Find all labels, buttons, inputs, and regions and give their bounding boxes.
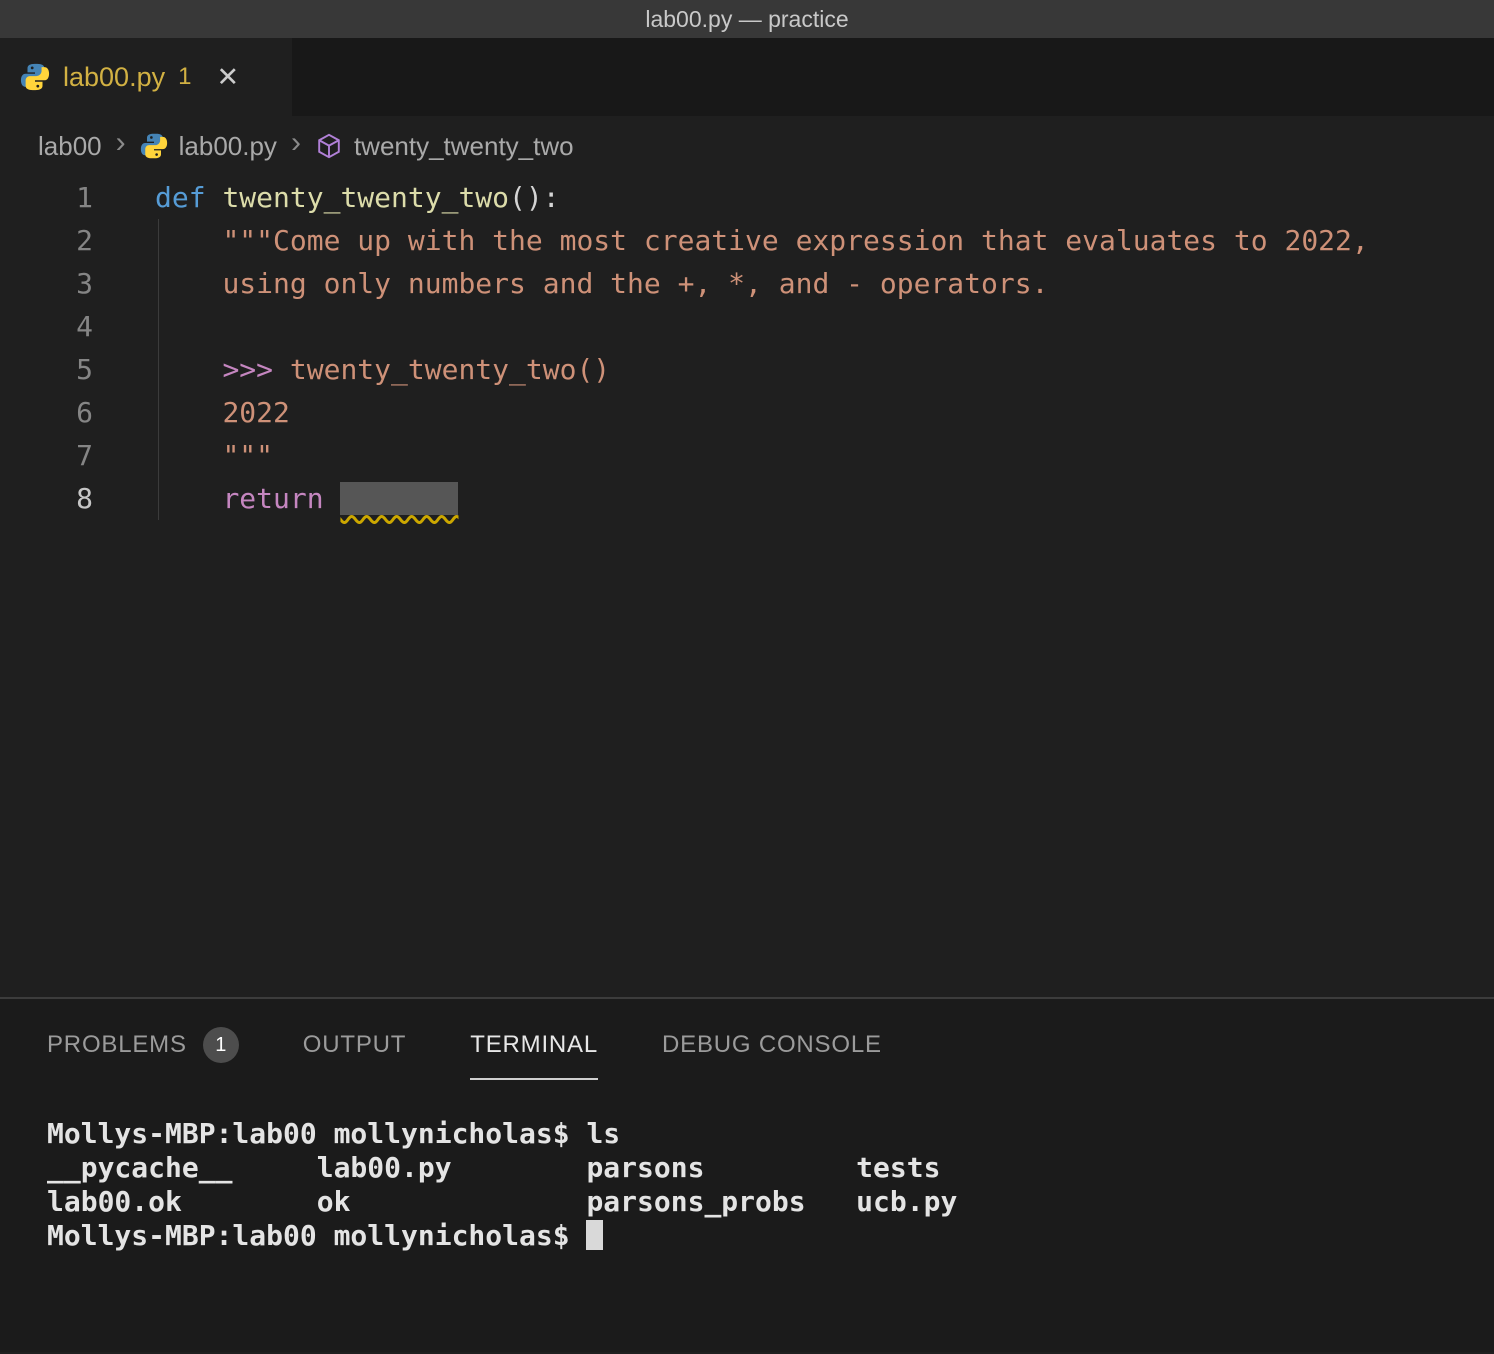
tab-bar: lab00.py 1 ✕ xyxy=(0,38,1494,116)
editor-lines: 1def twenty_twenty_two():2 """Come up wi… xyxy=(0,176,1494,520)
indent-guide xyxy=(158,219,159,520)
panel-tab-debug-console[interactable]: DEBUG CONSOLE xyxy=(662,999,882,1091)
code-line[interactable]: 1def twenty_twenty_two(): xyxy=(0,176,1494,219)
code-token: twenty_twenty_two xyxy=(222,181,509,214)
window-title: lab00.py — practice xyxy=(645,6,848,33)
code-content: def twenty_twenty_two(): xyxy=(93,176,560,219)
symbol-method-icon xyxy=(315,132,343,160)
code-content: using only numbers and the +, *, and - o… xyxy=(93,262,1048,305)
code-token xyxy=(155,482,222,515)
code-token: def xyxy=(155,181,206,214)
code-token: """ xyxy=(222,439,273,472)
code-token xyxy=(155,267,222,300)
window-titlebar: lab00.py — practice xyxy=(0,0,1494,38)
editor-tab-lab00[interactable]: lab00.py 1 ✕ xyxy=(0,38,292,116)
panel-tab-label: PROBLEMS xyxy=(47,1031,187,1059)
tab-filename: lab00.py xyxy=(63,62,165,93)
panel-tab-output[interactable]: OUTPUT xyxy=(303,999,406,1091)
bottom-panel: PROBLEMS 1 OUTPUT TERMINAL DEBUG CONSOLE Mol… xyxy=(0,999,1494,1352)
code-token: return xyxy=(222,482,323,515)
code-token xyxy=(206,181,223,214)
code-token: twenty_twenty_two() xyxy=(273,353,610,386)
terminal-output[interactable]: Mollys-MBP:lab00 mollynicholas$ ls__pyca… xyxy=(0,1091,1494,1253)
line-number: 6 xyxy=(0,391,93,434)
code-content xyxy=(93,305,155,348)
code-editor[interactable]: 1def twenty_twenty_two():2 """Come up wi… xyxy=(0,176,1494,997)
code-line[interactable]: 2 """Come up with the most creative expr… xyxy=(0,219,1494,262)
code-token xyxy=(155,224,222,257)
chevron-right-icon: › xyxy=(113,128,129,164)
code-token xyxy=(155,396,222,429)
code-token: """Come up with the most creative expres… xyxy=(222,224,1368,257)
panel-tab-problems[interactable]: PROBLEMS 1 xyxy=(47,999,239,1091)
chevron-right-icon: › xyxy=(288,128,304,164)
panel-tab-label: OUTPUT xyxy=(303,1031,406,1059)
line-number: 2 xyxy=(0,219,93,262)
code-token: using only numbers and the +, *, and - o… xyxy=(222,267,1048,300)
code-content: """ xyxy=(93,434,273,477)
code-token: (): xyxy=(509,181,560,214)
problems-count-badge: 1 xyxy=(203,1027,239,1063)
code-content: return xyxy=(93,477,458,520)
code-line[interactable]: 6 2022 xyxy=(0,391,1494,434)
code-line[interactable]: 7 """ xyxy=(0,434,1494,477)
python-file-icon xyxy=(20,62,50,92)
breadcrumb: lab00 › lab00.py › twenty_twenty_two xyxy=(0,116,1494,176)
line-number: 1 xyxy=(0,176,93,219)
python-file-icon xyxy=(140,132,168,160)
line-number: 5 xyxy=(0,348,93,391)
code-content: 2022 xyxy=(93,391,290,434)
panel-tab-terminal[interactable]: TERMINAL xyxy=(470,999,598,1091)
panel-tabs: PROBLEMS 1 OUTPUT TERMINAL DEBUG CONSOLE xyxy=(0,999,1494,1091)
terminal-cursor xyxy=(586,1220,603,1250)
code-line[interactable]: 4 xyxy=(0,305,1494,348)
line-number: 7 xyxy=(0,434,93,477)
breadcrumb-folder[interactable]: lab00 xyxy=(38,131,102,162)
code-line[interactable]: 3 using only numbers and the +, *, and -… xyxy=(0,262,1494,305)
line-number: 4 xyxy=(0,305,93,348)
close-tab-icon[interactable]: ✕ xyxy=(216,62,239,93)
panel-tab-label: TERMINAL xyxy=(470,1031,598,1059)
code-line[interactable]: 5 >>> twenty_twenty_two() xyxy=(0,348,1494,391)
selection-with-warning-squiggle xyxy=(340,482,458,515)
code-token xyxy=(324,482,341,515)
terminal-line: __pycache__ lab00.py parsons tests xyxy=(47,1151,1494,1185)
code-content: """Come up with the most creative expres… xyxy=(93,219,1369,262)
line-number: 3 xyxy=(0,262,93,305)
code-token xyxy=(155,353,222,386)
terminal-line: Mollys-MBP:lab00 mollynicholas$ xyxy=(47,1219,1494,1253)
code-token: >>> xyxy=(222,353,273,386)
code-line[interactable]: 8 return xyxy=(0,477,1494,520)
code-token: 2022 xyxy=(222,396,289,429)
terminal-line: Mollys-MBP:lab00 mollynicholas$ ls xyxy=(47,1117,1494,1151)
code-content: >>> twenty_twenty_two() xyxy=(93,348,610,391)
terminal-line: lab00.ok ok parsons_probs ucb.py xyxy=(47,1185,1494,1219)
breadcrumb-symbol[interactable]: twenty_twenty_two xyxy=(354,131,574,162)
breadcrumb-file[interactable]: lab00.py xyxy=(179,131,277,162)
line-number: 8 xyxy=(0,477,93,520)
tab-problem-count: 1 xyxy=(178,63,191,91)
code-token xyxy=(155,439,222,472)
panel-tab-label: DEBUG CONSOLE xyxy=(662,1031,882,1059)
